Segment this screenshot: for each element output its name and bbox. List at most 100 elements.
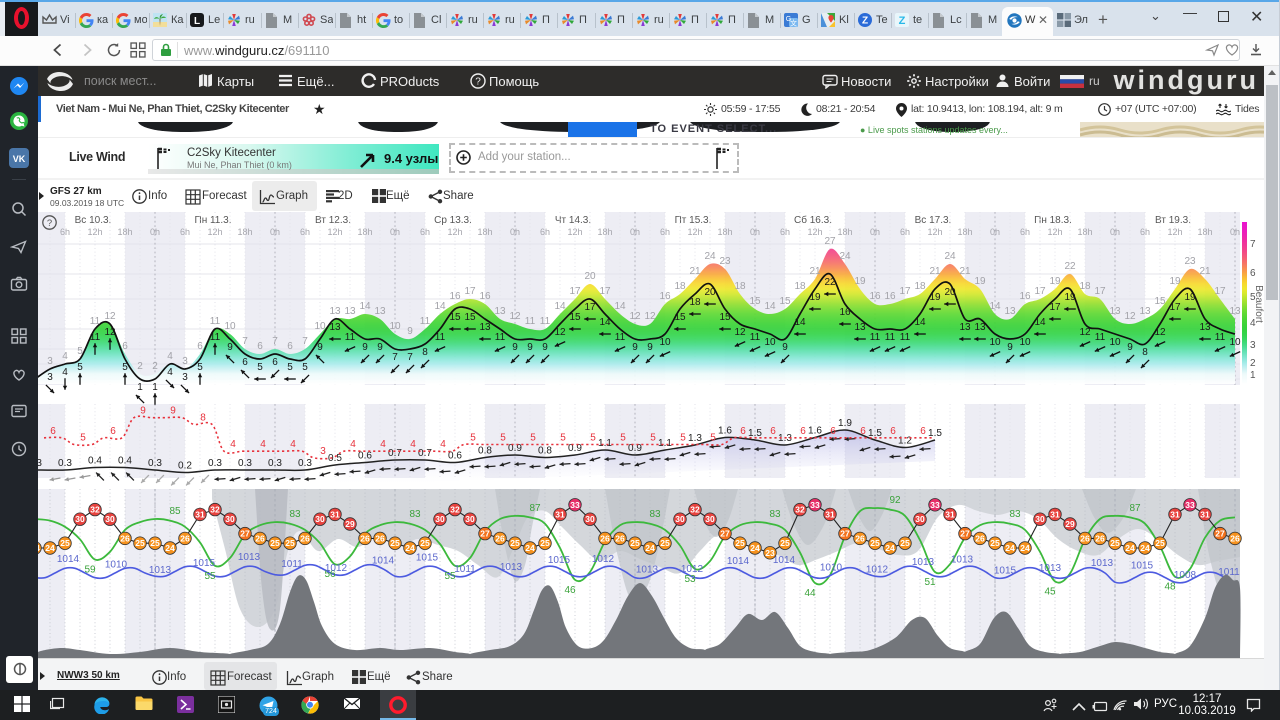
svg-text:4: 4 bbox=[380, 439, 386, 450]
svg-text:21: 21 bbox=[689, 266, 701, 277]
svg-text:5: 5 bbox=[650, 433, 656, 444]
svg-text:Чт 14.3.: Чт 14.3. bbox=[555, 215, 591, 226]
svg-text:19: 19 bbox=[1184, 292, 1196, 303]
svg-text:25: 25 bbox=[270, 538, 280, 548]
svg-text:12h: 12h bbox=[807, 227, 822, 237]
svg-text:6: 6 bbox=[770, 426, 776, 437]
svg-text:12h: 12h bbox=[567, 227, 582, 237]
svg-text:13: 13 bbox=[1199, 322, 1211, 333]
svg-text:24: 24 bbox=[1020, 543, 1030, 553]
svg-text:18: 18 bbox=[689, 297, 701, 308]
svg-text:6h: 6h bbox=[420, 227, 430, 237]
svg-text:文: 文 bbox=[790, 18, 797, 27]
svg-text:21: 21 bbox=[959, 266, 971, 277]
svg-text:6: 6 bbox=[920, 426, 926, 437]
svg-text:53: 53 bbox=[684, 574, 696, 585]
svg-text:24: 24 bbox=[405, 543, 415, 553]
svg-text:31: 31 bbox=[555, 509, 565, 519]
svg-text:24: 24 bbox=[165, 543, 175, 553]
svg-text:7: 7 bbox=[242, 336, 248, 347]
svg-text:Вт 19.3.: Вт 19.3. bbox=[1155, 215, 1191, 226]
svg-text:31: 31 bbox=[1200, 509, 1210, 519]
svg-text:6: 6 bbox=[122, 341, 128, 352]
svg-text:83: 83 bbox=[409, 509, 421, 520]
svg-text:11: 11 bbox=[210, 332, 221, 343]
svg-text:11: 11 bbox=[1095, 332, 1106, 343]
svg-text:13: 13 bbox=[494, 306, 506, 317]
svg-text:1014: 1014 bbox=[57, 554, 80, 565]
svg-text:9: 9 bbox=[542, 342, 548, 353]
svg-text:0.9: 0.9 bbox=[628, 443, 642, 454]
svg-text:8: 8 bbox=[422, 347, 428, 358]
svg-text:30: 30 bbox=[1035, 514, 1045, 524]
svg-text:10: 10 bbox=[1109, 337, 1121, 348]
svg-text:0.4: 0.4 bbox=[118, 456, 132, 467]
svg-text:16: 16 bbox=[659, 291, 671, 302]
svg-text:7: 7 bbox=[392, 352, 398, 363]
svg-text:6: 6 bbox=[257, 341, 263, 352]
svg-text:18h: 18h bbox=[837, 227, 852, 237]
svg-text:1013: 1013 bbox=[1039, 563, 1062, 574]
svg-text:85: 85 bbox=[169, 506, 181, 517]
svg-text:9: 9 bbox=[1007, 342, 1013, 353]
svg-text:4: 4 bbox=[440, 439, 446, 450]
svg-text:13: 13 bbox=[1139, 306, 1151, 317]
svg-text:32: 32 bbox=[450, 505, 460, 515]
svg-text:4: 4 bbox=[167, 367, 173, 378]
svg-text:83: 83 bbox=[649, 509, 661, 520]
svg-text:1013: 1013 bbox=[238, 552, 261, 563]
svg-text:9: 9 bbox=[170, 406, 176, 417]
svg-text:10: 10 bbox=[1019, 337, 1031, 348]
svg-text:6h: 6h bbox=[300, 227, 310, 237]
svg-text:11: 11 bbox=[210, 316, 221, 327]
svg-text:17: 17 bbox=[1034, 286, 1046, 297]
svg-text:30: 30 bbox=[675, 514, 685, 524]
svg-text:26: 26 bbox=[1095, 533, 1105, 543]
svg-text:5: 5 bbox=[77, 362, 83, 373]
svg-text:30: 30 bbox=[585, 514, 595, 524]
svg-text:0.4: 0.4 bbox=[88, 456, 102, 467]
svg-text:11: 11 bbox=[900, 332, 911, 343]
svg-text:18h: 18h bbox=[117, 227, 132, 237]
svg-text:Пт 15.3.: Пт 15.3. bbox=[675, 215, 712, 226]
svg-text:6h: 6h bbox=[540, 227, 550, 237]
svg-text:6: 6 bbox=[860, 426, 866, 437]
svg-text:13: 13 bbox=[374, 306, 386, 317]
svg-text:33: 33 bbox=[1185, 500, 1195, 510]
svg-text:2: 2 bbox=[1250, 358, 1256, 369]
svg-text:1015: 1015 bbox=[193, 558, 216, 569]
svg-text:25: 25 bbox=[630, 538, 640, 548]
svg-text:26: 26 bbox=[495, 533, 505, 543]
svg-text:15: 15 bbox=[719, 312, 731, 323]
svg-text:30: 30 bbox=[105, 514, 115, 524]
svg-text:26: 26 bbox=[255, 533, 265, 543]
svg-text:2: 2 bbox=[137, 361, 143, 372]
svg-text:0.9: 0.9 bbox=[508, 443, 522, 454]
svg-text:19: 19 bbox=[1169, 276, 1181, 287]
svg-text:9: 9 bbox=[140, 406, 146, 417]
svg-text:12h: 12h bbox=[927, 227, 942, 237]
svg-text:87: 87 bbox=[1129, 503, 1141, 514]
svg-text:1012: 1012 bbox=[681, 564, 704, 575]
svg-text:1: 1 bbox=[1250, 370, 1256, 381]
svg-text:6h: 6h bbox=[780, 227, 790, 237]
svg-text:7: 7 bbox=[1250, 239, 1256, 250]
svg-text:12: 12 bbox=[734, 327, 746, 338]
svg-text:1014: 1014 bbox=[372, 556, 395, 567]
svg-text:8: 8 bbox=[200, 412, 206, 423]
svg-text:32: 32 bbox=[690, 505, 700, 515]
svg-text:1.1: 1.1 bbox=[598, 438, 612, 449]
svg-text:11: 11 bbox=[615, 332, 626, 343]
svg-text:1013: 1013 bbox=[912, 557, 935, 568]
svg-text:18: 18 bbox=[794, 281, 806, 292]
svg-text:14: 14 bbox=[614, 301, 626, 312]
svg-text:25: 25 bbox=[285, 538, 295, 548]
svg-text:Beaufort: Beaufort bbox=[1253, 285, 1264, 323]
svg-text:7: 7 bbox=[302, 336, 308, 347]
svg-text:12: 12 bbox=[1124, 311, 1136, 322]
svg-text:24: 24 bbox=[38, 543, 40, 553]
svg-text:10: 10 bbox=[314, 321, 326, 332]
svg-text:25: 25 bbox=[900, 538, 910, 548]
svg-text:9: 9 bbox=[377, 342, 383, 353]
svg-text:3: 3 bbox=[1250, 340, 1256, 351]
